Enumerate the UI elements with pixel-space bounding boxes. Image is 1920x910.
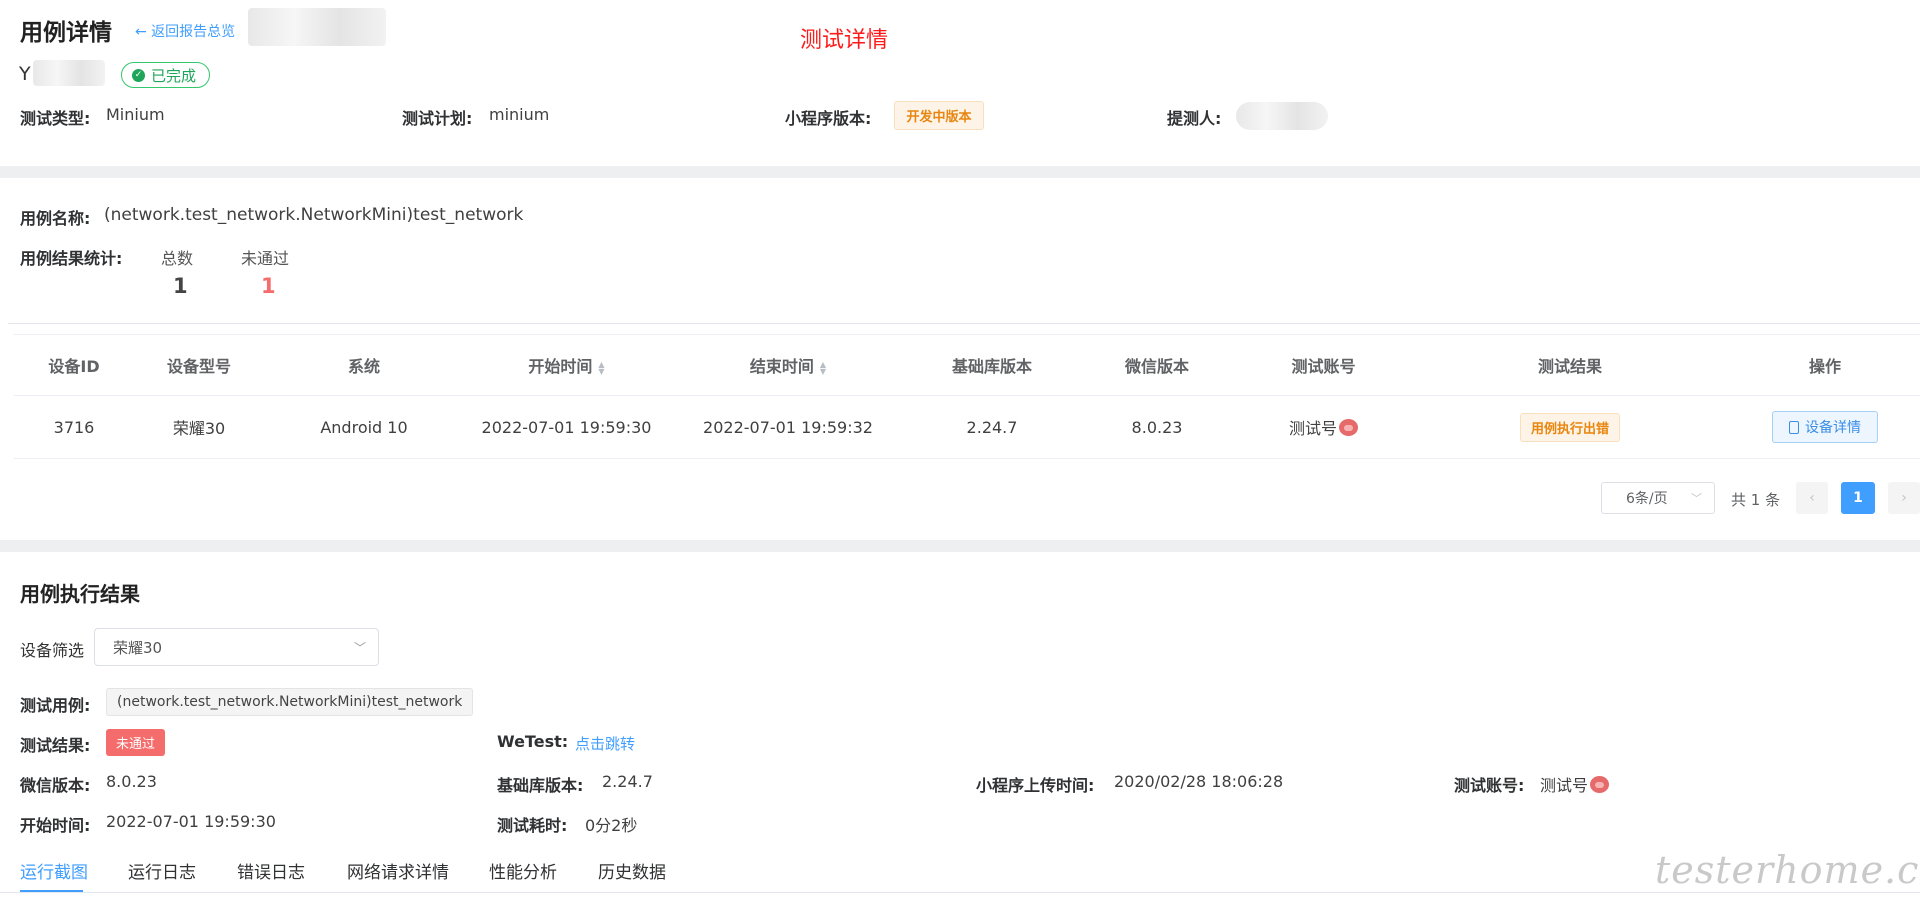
page-number-button[interactable]: 1 <box>1841 482 1875 514</box>
app-version-label: 小程序版本: <box>785 109 872 128</box>
test-result-tag: 未通过 <box>106 729 166 756</box>
col-end-time[interactable]: 结束时间 ▲ ▼ <box>669 334 907 396</box>
section-divider <box>0 166 1920 178</box>
test-case-chip: (network.test_network.NetworkMini)test_n… <box>106 688 474 716</box>
cell-account: 测试号 <box>1237 395 1410 459</box>
status-badge: ✓ 已完成 <box>121 62 211 88</box>
wetest-label: WeTest: <box>497 732 569 751</box>
cell-end-time: 2022-07-01 19:59:32 <box>669 395 907 459</box>
redacted-report-name <box>248 8 386 46</box>
chevron-down-icon: ﹀ <box>353 640 366 655</box>
redacted-submitter <box>1236 102 1328 130</box>
account-value: 测试号 <box>1540 772 1610 796</box>
device-detail-button[interactable]: 设备详情 <box>1772 411 1878 443</box>
pagination-total: 共 1 条 <box>1731 491 1781 509</box>
tab-performance[interactable]: 性能分析 <box>489 858 557 883</box>
case-stats-label: 用例结果统计: <box>20 249 123 268</box>
tab-screenshots[interactable]: 运行截图 <box>20 858 88 883</box>
col-device-model: 设备型号 <box>134 334 264 396</box>
account-label: 测试账号: <box>1454 776 1525 795</box>
failed-count-value: 1 <box>261 274 276 298</box>
watermark: testerhome.com <box>1655 848 1920 892</box>
upload-time-label: 小程序上传时间: <box>976 776 1095 795</box>
check-circle-icon: ✓ <box>132 68 145 82</box>
sort-icon[interactable]: ▲ ▼ <box>820 360 826 375</box>
cell-start-time: 2022-07-01 19:59:30 <box>464 395 669 459</box>
submitter-label: 提测人: <box>1167 109 1222 128</box>
table-header-row: 设备ID 设备型号 系统 开始时间 ▲ ▼ 结束时间 ▲ ▼ 基础库版本 微信版本 测试… <box>14 334 1920 396</box>
section-divider <box>0 540 1920 552</box>
table-row: 3716 荣耀30 Android 10 2022-07-01 19:59:30… <box>14 395 1920 459</box>
page-size-select[interactable]: 6条/页 ﹀ <box>1601 482 1715 514</box>
annotation-text: 测试详情 <box>800 28 889 53</box>
test-case-label: 测试用例: <box>20 696 91 715</box>
total-count-label: 总数 <box>161 249 194 268</box>
upload-time-value: 2020/02/28 18:06:28 <box>1114 772 1284 791</box>
col-start-time[interactable]: 开始时间 ▲ ▼ <box>464 334 669 396</box>
wechat-version-value: 8.0.23 <box>106 772 157 791</box>
tab-error-log[interactable]: 错误日志 <box>237 858 305 883</box>
total-count-value: 1 <box>173 274 188 298</box>
cell-system: Android 10 <box>264 395 464 459</box>
device-filter-select[interactable]: 荣耀30 ﹀ <box>94 628 379 666</box>
lib-version-value: 2.24.7 <box>602 772 653 791</box>
chevron-right-icon: › <box>1901 490 1907 506</box>
tab-divider <box>0 892 1920 893</box>
col-system: 系统 <box>264 334 464 396</box>
cell-lib-version: 2.24.7 <box>907 395 1077 459</box>
tab-network-requests[interactable]: 网络请求详情 <box>347 858 449 883</box>
col-lib-version: 基础库版本 <box>907 334 1077 396</box>
sort-icon[interactable]: ▲ ▼ <box>598 360 604 375</box>
duration-label: 测试耗时: <box>497 816 568 835</box>
case-name-value: (network.test_network.NetworkMini)test_n… <box>104 205 524 225</box>
device-table: 设备ID 设备型号 系统 开始时间 ▲ ▼ 结束时间 ▲ ▼ 基础库版本 微信版本 测试… <box>14 334 1920 459</box>
col-device-id: 设备ID <box>14 334 134 396</box>
next-page-button[interactable]: › <box>1888 482 1920 514</box>
tab-run-log[interactable]: 运行日志 <box>128 858 196 883</box>
phone-icon <box>1789 420 1799 434</box>
stats-divider <box>8 323 1920 324</box>
redacted-name <box>33 60 105 86</box>
report-name-prefix: Y <box>19 63 31 85</box>
wechat-version-label: 微信版本: <box>20 776 91 795</box>
chevron-down-icon: ﹀ <box>1691 492 1702 505</box>
start-time-label: 开始时间: <box>20 816 91 835</box>
cell-result: 用例执行出错 <box>1410 395 1730 459</box>
test-type-value: Minium <box>106 105 165 124</box>
col-result: 测试结果 <box>1410 334 1730 396</box>
device-filter-label: 设备筛选 <box>20 641 85 660</box>
chevron-left-icon: ‹ <box>1809 490 1815 506</box>
back-to-report-link[interactable]: ← 返回报告总览 <box>135 21 235 41</box>
cell-wechat-version: 8.0.23 <box>1077 395 1237 459</box>
col-wechat-version: 微信版本 <box>1077 334 1237 396</box>
duration-value: 0分2秒 <box>585 816 638 835</box>
test-plan-value: minium <box>489 105 550 124</box>
test-type-label: 测试类型: <box>20 109 91 128</box>
start-time-value: 2022-07-01 19:59:30 <box>106 812 276 831</box>
cell-device-model: 荣耀30 <box>134 395 264 459</box>
result-section-title: 用例执行结果 <box>20 582 140 606</box>
cell-action: 设备详情 <box>1730 395 1920 459</box>
test-plan-label: 测试计划: <box>402 109 473 128</box>
pig-emoji-icon <box>1339 419 1358 436</box>
prev-page-button[interactable]: ‹ <box>1796 482 1828 514</box>
cell-device-id: 3716 <box>14 395 134 459</box>
result-error-tag: 用例执行出错 <box>1519 412 1620 442</box>
col-account: 测试账号 <box>1237 334 1410 396</box>
app-version-tag: 开发中版本 <box>894 101 984 130</box>
lib-version-label: 基础库版本: <box>497 776 584 795</box>
col-action: 操作 <box>1730 334 1920 396</box>
tab-history[interactable]: 历史数据 <box>598 858 666 883</box>
pig-emoji-icon <box>1590 776 1610 793</box>
failed-count-label: 未通过 <box>241 249 290 268</box>
page-title: 用例详情 <box>20 20 112 46</box>
wetest-link[interactable]: 点击跳转 <box>575 733 635 754</box>
case-name-label: 用例名称: <box>20 209 91 228</box>
test-result-label: 测试结果: <box>20 736 91 755</box>
